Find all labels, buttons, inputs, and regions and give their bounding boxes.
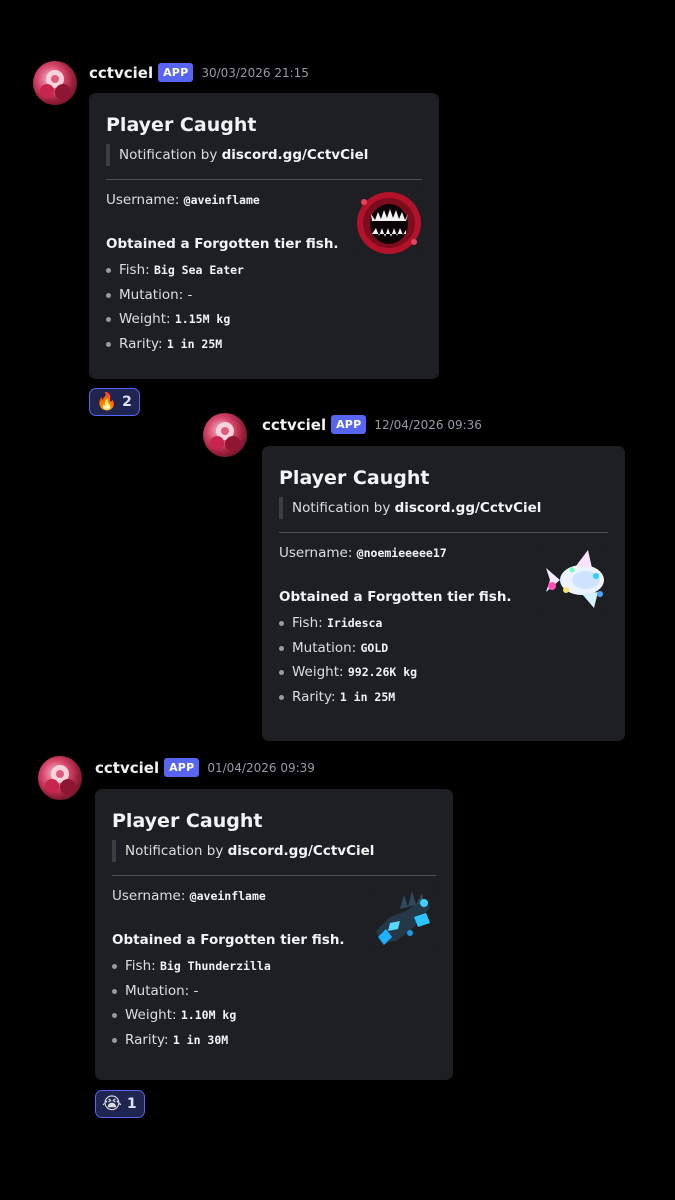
- app-badge: APP: [331, 415, 367, 434]
- list-item: Weight: 992.26K kg: [279, 660, 608, 685]
- avatar[interactable]: [203, 413, 247, 457]
- rarity-label: Rarity:: [125, 1031, 173, 1048]
- embed-card: Player Caught Notification by discord.gg…: [95, 789, 453, 1080]
- thunderzilla-thumbnail-icon[interactable]: [370, 887, 436, 953]
- fish-value: Big Sea Eater: [153, 263, 244, 277]
- list-item: Rarity: 1 in 30M: [112, 1028, 436, 1053]
- rarity-label: Rarity:: [119, 335, 167, 352]
- rarity-label: Rarity:: [292, 688, 340, 705]
- avatar[interactable]: [38, 756, 82, 800]
- list-item: Weight: 1.15M kg: [106, 307, 422, 332]
- rarity-value: 1 in 30M: [172, 1032, 229, 1047]
- author-name[interactable]: cctvciel: [89, 64, 153, 82]
- username-label: Username:: [106, 192, 184, 208]
- reaction-button[interactable]: 😭 1: [95, 1090, 145, 1118]
- iridesca-thumbnail-icon[interactable]: [542, 546, 608, 612]
- avatar[interactable]: [33, 61, 77, 105]
- fish-label: Fish:: [119, 262, 154, 278]
- fish-value: Iridesca: [326, 616, 383, 630]
- reaction-button[interactable]: 🔥 2: [89, 388, 140, 416]
- weight-value: 992.26K kg: [347, 665, 418, 679]
- mutation-value: -: [187, 286, 193, 303]
- fire-emoji-icon: 🔥: [96, 391, 118, 412]
- sea-eater-thumbnail-icon[interactable]: [356, 190, 422, 256]
- username-label: Username:: [112, 888, 190, 904]
- notification-link[interactable]: discord.gg/CctvCiel: [222, 147, 369, 163]
- divider: [112, 875, 436, 876]
- reaction-count: 1: [126, 1096, 137, 1112]
- notification-link[interactable]: discord.gg/CctvCiel: [395, 500, 542, 516]
- list-item: Fish: Iridesca: [279, 611, 608, 636]
- timestamp: 30/03/2026 21:15: [201, 65, 309, 80]
- mutation-value: GOLD: [360, 640, 389, 655]
- username-value: @noemieeeee17: [356, 546, 447, 560]
- notification-prefix: Notification by: [292, 500, 395, 516]
- fish-label: Fish:: [125, 958, 160, 974]
- embed-title: Player Caught: [112, 810, 263, 832]
- embed-card: Player Caught Notification by discord.gg…: [262, 446, 625, 741]
- notification-link[interactable]: discord.gg/CctvCiel: [228, 843, 375, 859]
- username-value: @aveinflame: [183, 193, 260, 207]
- mutation-label: Mutation:: [125, 982, 194, 999]
- divider: [106, 179, 422, 180]
- weight-value: 1.10M kg: [180, 1008, 237, 1022]
- mutation-value: -: [193, 982, 199, 999]
- author-name[interactable]: cctvciel: [262, 416, 326, 434]
- notification-prefix: Notification by: [125, 843, 228, 859]
- embed-card: Player Caught Notification by discord.gg…: [89, 93, 439, 379]
- timestamp: 01/04/2026 09:39: [207, 760, 315, 775]
- embed-title: Player Caught: [106, 114, 257, 136]
- fish-facts: Fish: Big Thunderzilla Mutation: - Weigh…: [112, 954, 436, 1052]
- notification-quote: Notification by discord.gg/CctvCiel: [279, 497, 608, 519]
- list-item: Mutation: -: [106, 283, 422, 308]
- rarity-value: 1 in 25M: [339, 689, 396, 704]
- list-item: Mutation: -: [112, 979, 436, 1004]
- list-item: Weight: 1.10M kg: [112, 1003, 436, 1028]
- notification-quote: Notification by discord.gg/CctvCiel: [112, 840, 436, 862]
- embed-title: Player Caught: [279, 467, 430, 489]
- fish-value: Big Thunderzilla: [159, 959, 271, 973]
- list-item: Mutation: GOLD: [279, 636, 608, 661]
- fish-facts: Fish: Big Sea Eater Mutation: - Weight: …: [106, 258, 422, 356]
- username-label: Username:: [279, 545, 357, 561]
- author-name[interactable]: cctvciel: [95, 759, 159, 777]
- timestamp: 12/04/2026 09:36: [374, 417, 482, 432]
- fish-facts: Fish: Iridesca Mutation: GOLD Weight: 99…: [279, 611, 608, 709]
- divider: [279, 532, 608, 533]
- username-value: @aveinflame: [189, 889, 266, 903]
- list-item: Fish: Big Thunderzilla: [112, 954, 436, 979]
- weight-value: 1.15M kg: [174, 312, 231, 326]
- notification-prefix: Notification by: [119, 147, 222, 163]
- mutation-label: Mutation:: [119, 286, 188, 303]
- list-item: Rarity: 1 in 25M: [279, 685, 608, 710]
- mutation-label: Mutation:: [292, 639, 361, 656]
- list-item: Rarity: 1 in 25M: [106, 332, 422, 357]
- weight-label: Weight:: [292, 664, 348, 680]
- weight-label: Weight:: [125, 1007, 181, 1023]
- app-badge: APP: [164, 758, 200, 777]
- crying-face-emoji-icon: 😭: [102, 1093, 122, 1114]
- fish-label: Fish:: [292, 615, 327, 631]
- rarity-value: 1 in 25M: [166, 336, 223, 351]
- reaction-count: 2: [122, 394, 132, 410]
- weight-label: Weight:: [119, 311, 175, 327]
- notification-quote: Notification by discord.gg/CctvCiel: [106, 144, 422, 166]
- list-item: Fish: Big Sea Eater: [106, 258, 422, 283]
- app-badge: APP: [158, 63, 194, 82]
